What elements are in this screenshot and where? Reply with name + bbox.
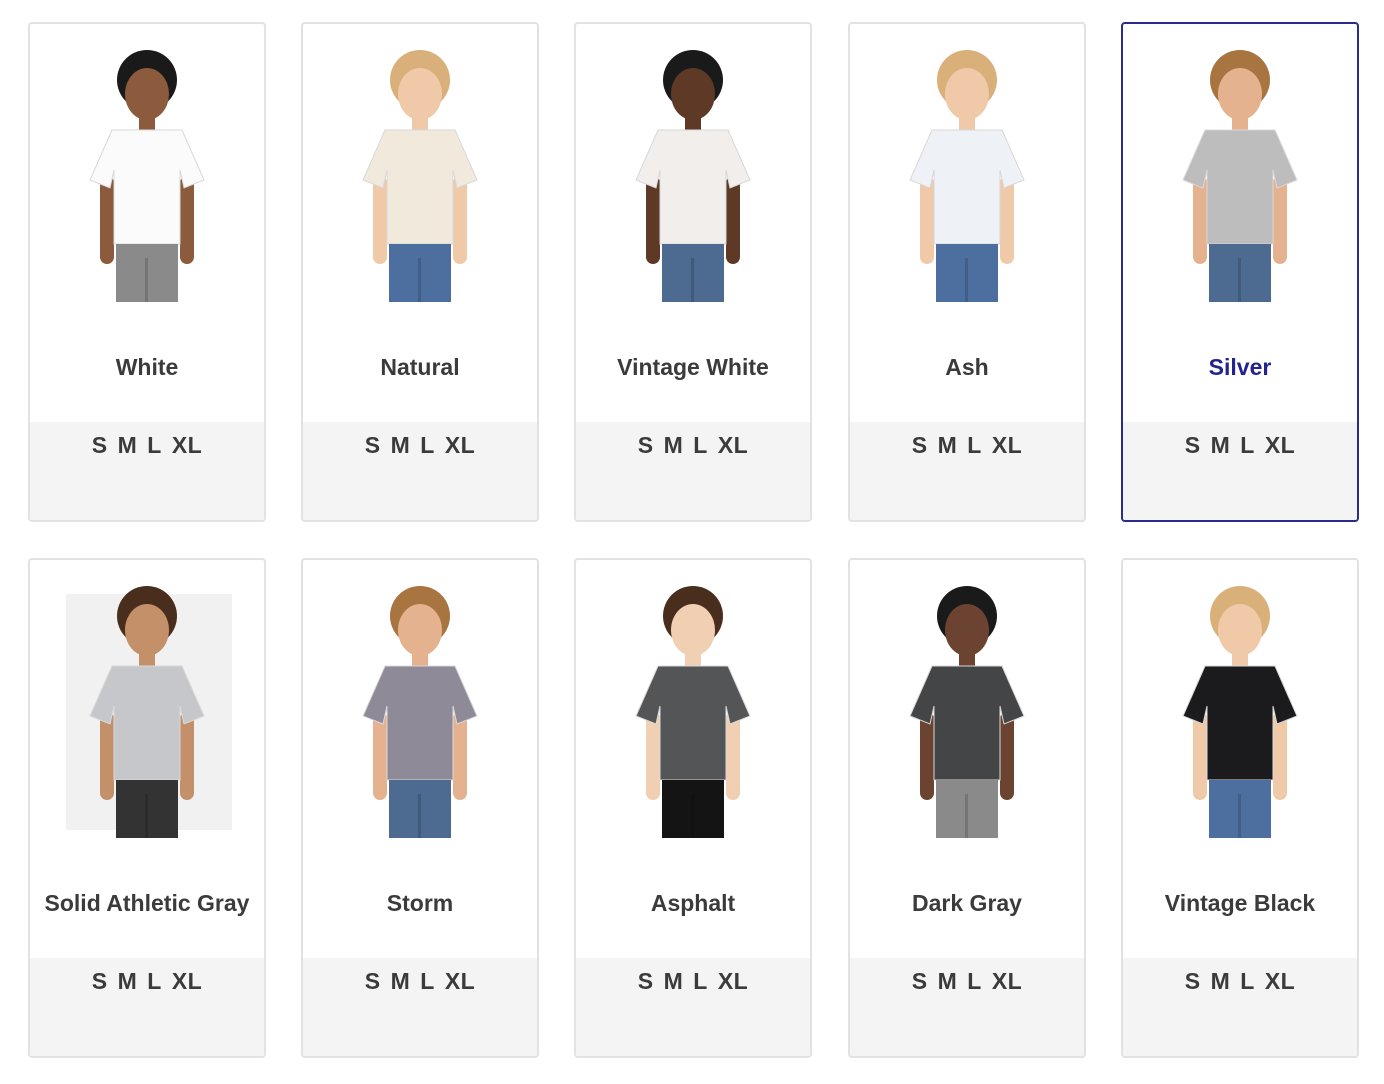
size-option[interactable]: M <box>938 432 958 459</box>
size-option[interactable]: L <box>693 432 708 459</box>
size-option[interactable]: S <box>1185 432 1201 459</box>
size-option[interactable]: S <box>912 432 928 459</box>
model-figure <box>909 586 1025 838</box>
model-figure <box>362 50 478 302</box>
model-figure <box>89 586 205 838</box>
color-swatch-card[interactable]: Ash S M L XL <box>848 22 1086 522</box>
color-name: Silver <box>1208 354 1272 380</box>
model-figure <box>635 50 751 302</box>
color-name: Solid Athletic Gray <box>44 890 250 916</box>
size-option[interactable]: M <box>664 968 684 995</box>
size-option[interactable]: S <box>1185 968 1201 995</box>
size-option[interactable]: M <box>664 432 684 459</box>
size-bar: S M L XL <box>303 958 537 1056</box>
model-figure <box>1182 50 1298 302</box>
size-option[interactable]: XL <box>172 432 202 459</box>
model-figure <box>89 50 205 302</box>
size-option[interactable]: M <box>1211 968 1231 995</box>
color-name: Ash <box>945 354 989 380</box>
size-bar: S M L XL <box>850 422 1084 520</box>
product-photo <box>30 48 264 302</box>
size-bar: S M L XL <box>1123 422 1357 520</box>
model-figure <box>1182 586 1298 838</box>
size-option[interactable]: L <box>1240 968 1255 995</box>
size-bar: S M L XL <box>30 958 264 1056</box>
color-name: Storm <box>386 890 454 916</box>
product-photo <box>303 48 537 302</box>
size-bar: S M L XL <box>303 422 537 520</box>
size-option[interactable]: M <box>118 432 138 459</box>
color-name: Asphalt <box>650 890 736 916</box>
model-figure <box>362 586 478 838</box>
color-name: Vintage Black <box>1164 890 1316 916</box>
size-option[interactable]: M <box>391 432 411 459</box>
size-option[interactable]: XL <box>445 432 475 459</box>
size-option[interactable]: L <box>967 432 982 459</box>
color-swatch-card[interactable]: Dark Gray S M L XL <box>848 558 1086 1058</box>
color-name: Natural <box>380 354 460 380</box>
size-option[interactable]: L <box>1240 432 1255 459</box>
size-option[interactable]: M <box>391 968 411 995</box>
model-figure <box>635 586 751 838</box>
color-name: Dark Gray <box>912 890 1022 916</box>
size-option[interactable]: XL <box>718 432 748 459</box>
size-option[interactable]: XL <box>445 968 475 995</box>
color-swatch-card[interactable]: Vintage White S M L XL <box>574 22 812 522</box>
size-option[interactable]: L <box>967 968 982 995</box>
size-option[interactable]: XL <box>172 968 202 995</box>
product-photo <box>850 48 1084 302</box>
size-option[interactable]: M <box>118 968 138 995</box>
color-swatch-card[interactable]: Silver S M L XL <box>1121 22 1359 522</box>
size-option[interactable]: S <box>912 968 928 995</box>
size-bar: S M L XL <box>850 958 1084 1056</box>
size-option[interactable]: XL <box>1265 432 1295 459</box>
product-photo <box>1123 48 1357 302</box>
product-photo <box>303 584 537 838</box>
color-name: White <box>115 354 179 380</box>
size-option[interactable]: S <box>92 432 108 459</box>
color-swatch-card[interactable]: Vintage Black S M L XL <box>1121 558 1359 1058</box>
size-option[interactable]: M <box>1211 432 1231 459</box>
color-swatch-card[interactable]: Natural S M L XL <box>301 22 539 522</box>
size-option[interactable]: XL <box>718 968 748 995</box>
product-photo <box>30 584 264 838</box>
size-option[interactable]: S <box>92 968 108 995</box>
size-option[interactable]: M <box>938 968 958 995</box>
size-bar: S M L XL <box>1123 958 1357 1056</box>
size-bar: S M L XL <box>30 422 264 520</box>
product-photo <box>850 584 1084 838</box>
size-option[interactable]: S <box>638 968 654 995</box>
size-bar: S M L XL <box>576 422 810 520</box>
color-swatch-card[interactable]: Storm S M L XL <box>301 558 539 1058</box>
size-option[interactable]: L <box>420 432 435 459</box>
product-photo <box>1123 584 1357 838</box>
model-figure <box>909 50 1025 302</box>
size-bar: S M L XL <box>576 958 810 1056</box>
color-name: Vintage White <box>617 354 769 380</box>
size-option[interactable]: L <box>420 968 435 995</box>
size-option[interactable]: S <box>365 968 381 995</box>
size-option[interactable]: XL <box>992 968 1022 995</box>
color-swatch-card[interactable]: Asphalt S M L XL <box>574 558 812 1058</box>
product-photo <box>576 584 810 838</box>
color-swatch-card[interactable]: Solid Athletic Gray S M L XL <box>28 558 266 1058</box>
size-option[interactable]: L <box>147 968 162 995</box>
size-option[interactable]: S <box>365 432 381 459</box>
size-option[interactable]: L <box>693 968 708 995</box>
color-swatch-card[interactable]: White S M L XL <box>28 22 266 522</box>
size-option[interactable]: S <box>638 432 654 459</box>
size-option[interactable]: XL <box>1265 968 1295 995</box>
size-option[interactable]: XL <box>992 432 1022 459</box>
size-option[interactable]: L <box>147 432 162 459</box>
product-photo <box>576 48 810 302</box>
